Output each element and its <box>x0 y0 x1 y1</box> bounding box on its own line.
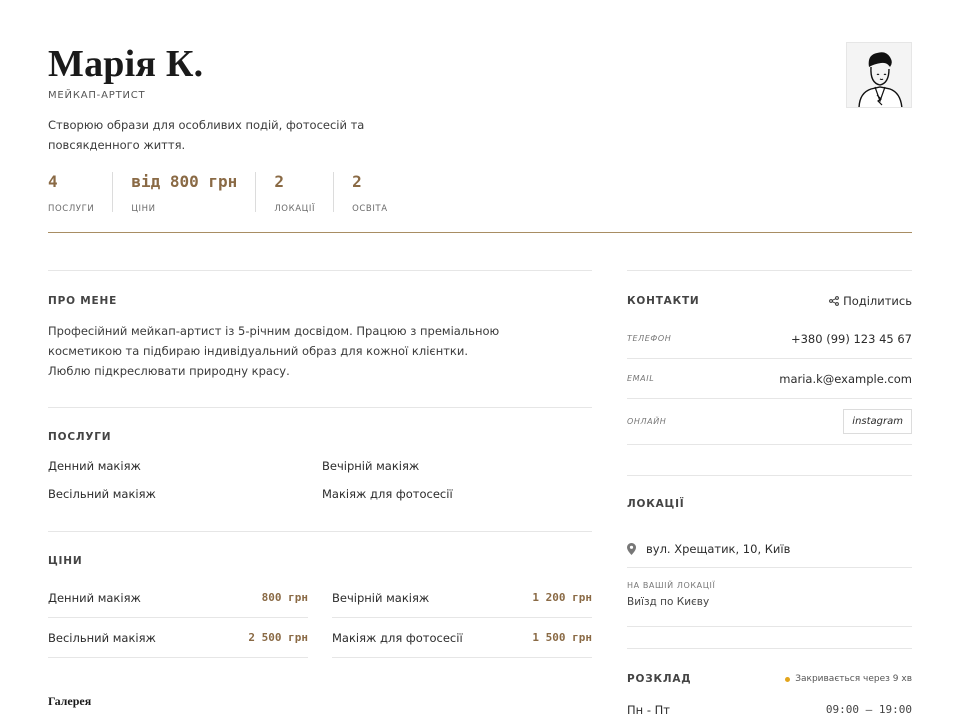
share-label: Поділитись <box>843 294 912 308</box>
schedule-row: Пн - Пт 09:00 — 19:00 <box>627 703 912 717</box>
price-row: Весільний макіяж 2 500 грн <box>48 618 308 658</box>
schedule-section: РОЗКЛАД Закривається через 9 хв Пн - Пт … <box>627 648 912 717</box>
section-title: ЦІНИ <box>48 555 83 567</box>
stat-label: ЦІНИ <box>131 204 156 214</box>
profile-tagline: Створюю образи для особливих подій, фото… <box>48 118 365 152</box>
stat-label: ЛОКАЦІЇ <box>274 204 316 214</box>
contacts-section: КОНТАКТИ Поділитись ТЕЛЕФОН +380 (99) 12… <box>627 270 912 445</box>
stat-label: ПОСЛУГИ <box>48 204 95 214</box>
contact-label: EMAIL <box>627 374 655 383</box>
price-service: Весільний макіяж <box>48 630 156 645</box>
contact-row-online: ОНЛАЙН instagram <box>627 399 912 445</box>
price-service: Вечірній макіяж <box>332 590 430 605</box>
contact-label: ОНЛАЙН <box>627 417 667 426</box>
location-address: вул. Хрещатик, 10, Київ <box>627 530 912 568</box>
price-value: 800 грн <box>261 591 308 604</box>
schedule-day: Пн - Пт <box>627 703 670 717</box>
service-item: Денний макіяж <box>48 459 141 473</box>
stat-label: ОСВІТА <box>352 204 388 214</box>
about-text: Професійний мейкап-артист із 5-річним до… <box>48 324 500 378</box>
share-icon <box>829 296 839 306</box>
status-dot-icon <box>785 676 791 682</box>
profile-name: Марія К. <box>48 43 204 85</box>
open-status: Закривається через 9 хв <box>785 674 912 684</box>
price-row: Денний макіяж 800 грн <box>48 578 308 618</box>
contact-row-phone: ТЕЛЕФОН +380 (99) 123 45 67 <box>627 319 912 359</box>
section-title: ЛОКАЦІЇ <box>627 498 685 510</box>
stat-value: 2 <box>352 172 362 191</box>
address-text: вул. Хрещатик, 10, Київ <box>646 541 791 556</box>
section-title: ПРО МЕНЕ <box>48 295 118 307</box>
contact-label: ТЕЛЕФОН <box>627 334 672 343</box>
price-service: Денний макіяж <box>48 590 141 605</box>
email-link[interactable]: maria.k@example.com <box>779 372 912 386</box>
schedule-hours: 09:00 — 19:00 <box>825 703 912 716</box>
header-divider <box>48 232 912 233</box>
stat-services: 4 ПОСЛУГИ <box>48 172 112 214</box>
avatar <box>846 42 912 108</box>
services-list: Денний макіяж Вечірній макіяж Весільний … <box>48 459 592 501</box>
contact-row-email: EMAIL maria.k@example.com <box>627 359 912 399</box>
price-value: 2 500 грн <box>248 631 308 644</box>
price-value: 1 200 грн <box>532 591 592 604</box>
onsite-label: НА ВАШІЙ ЛОКАЦІЇ <box>627 581 716 590</box>
stat-education: 2 ОСВІТА <box>333 172 406 214</box>
contacts-header: КОНТАКТИ Поділитись <box>627 293 912 309</box>
stat-value: 2 <box>274 172 284 191</box>
sidebar: КОНТАКТИ Поділитись ТЕЛЕФОН +380 (99) 12… <box>627 270 912 717</box>
price-row: Вечірній макіяж 1 200 грн <box>332 578 592 618</box>
services-section: ПОСЛУГИ Денний макіяж Вечірній макіяж Ве… <box>48 407 592 531</box>
stat-prices: від 800 грн ЦІНИ <box>112 172 255 214</box>
price-value: 1 500 грн <box>532 631 592 644</box>
service-item: Весільний макіяж <box>48 487 156 501</box>
avatar-illustration <box>847 43 911 107</box>
status-text: Закривається через 9 хв <box>795 674 912 684</box>
section-title: РОЗКЛАД <box>627 673 692 685</box>
locations-section: ЛОКАЦІЇ вул. Хрещатик, 10, Київ НА ВАШІЙ… <box>627 475 912 627</box>
schedule-header: РОЗКЛАД Закривається через 9 хв <box>627 673 912 685</box>
share-button[interactable]: Поділитись <box>829 294 912 308</box>
map-pin-icon <box>627 542 636 555</box>
stat-value: від 800 грн <box>131 172 238 191</box>
section-title: ПОСЛУГИ <box>48 431 112 443</box>
profile-role: МЕЙКАП-АРТИСТ <box>48 90 146 101</box>
service-item: Вечірній макіяж <box>322 459 420 473</box>
service-item: Макіяж для фотосесії <box>322 487 453 501</box>
price-row: Макіяж для фотосесії 1 500 грн <box>332 618 592 658</box>
stat-locations: 2 ЛОКАЦІЇ <box>255 172 333 214</box>
profile-header: Марія К. МЕЙКАП-АРТИСТ Створюю образи дл… <box>48 40 912 234</box>
section-title: КОНТАКТИ <box>627 295 700 307</box>
onsite-value: Виїзд по Києву <box>627 596 912 627</box>
stat-value: 4 <box>48 172 58 191</box>
phone-link[interactable]: +380 (99) 123 45 67 <box>791 332 912 346</box>
price-service: Макіяж для фотосесії <box>332 630 463 645</box>
gallery-title: Галерея <box>48 694 92 708</box>
prices-section: ЦІНИ Денний макіяж 800 грн Вечірній макі… <box>48 531 592 691</box>
price-list: Денний макіяж 800 грн Вечірній макіяж 1 … <box>48 578 592 658</box>
stats-bar: 4 ПОСЛУГИ від 800 грн ЦІНИ 2 ЛОКАЦІЇ 2 О… <box>48 172 406 214</box>
main-column: ПРО МЕНЕ Професійний мейкап-артист із 5-… <box>48 270 592 708</box>
instagram-button[interactable]: instagram <box>843 409 912 434</box>
about-section: ПРО МЕНЕ Професійний мейкап-артист із 5-… <box>48 270 592 407</box>
